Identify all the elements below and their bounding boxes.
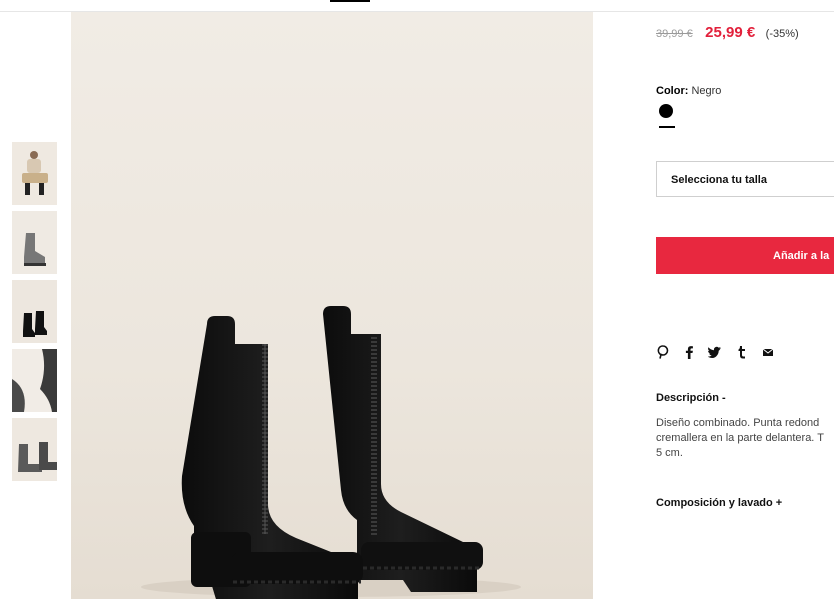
size-select[interactable]: Selecciona tu talla (656, 161, 834, 197)
color-value: Negro (691, 85, 722, 97)
size-select-placeholder: Selecciona tu talla (671, 174, 767, 186)
composition-toggle[interactable]: Composición y lavado + (656, 497, 782, 509)
thumbnail-strip (12, 142, 57, 487)
description-line: Diseño combinado. Punta redond (656, 417, 820, 429)
thumbnail-model-seated[interactable] (12, 142, 57, 205)
thumbnail-boots-pair-back[interactable] (12, 418, 57, 481)
product-info-panel: 39,99 € 25,99 € (-35%) Color: Negro Sele… (656, 0, 834, 599)
thumbnail-boots-pair-front[interactable] (12, 280, 57, 343)
color-swatch-black[interactable] (659, 104, 673, 118)
sale-price: 25,99 € (705, 24, 756, 41)
boots-illustration (141, 306, 521, 599)
price-row: 39,99 € 25,99 € (-35%) (656, 24, 799, 42)
description-toggle[interactable]: Descripción - (656, 392, 726, 404)
pinterest-icon[interactable] (656, 345, 670, 361)
description-text: Diseño combinado. Punta redond cremaller… (656, 416, 834, 461)
active-tab-indicator (330, 0, 370, 2)
twitter-icon[interactable] (707, 345, 722, 361)
discount-badge: (-35%) (765, 28, 799, 40)
color-label-key: Color: (656, 85, 689, 97)
facebook-icon[interactable] (682, 345, 696, 361)
description-line: cremallera en la parte delantera. T (656, 432, 824, 444)
tumblr-icon[interactable] (735, 345, 749, 361)
add-to-cart-button[interactable]: Añadir a la (656, 237, 834, 274)
thumbnail-boot-side-view[interactable] (12, 211, 57, 274)
old-price: 39,99 € (656, 28, 693, 40)
main-product-image[interactable] (71, 12, 593, 599)
mail-icon[interactable] (761, 345, 775, 361)
thumbnail-boot-closeup[interactable] (12, 349, 57, 412)
description-line: 5 cm. (656, 447, 683, 459)
color-label: Color: Negro (656, 85, 721, 97)
selected-swatch-indicator (659, 126, 675, 128)
add-to-cart-label: Añadir a la (773, 250, 830, 262)
